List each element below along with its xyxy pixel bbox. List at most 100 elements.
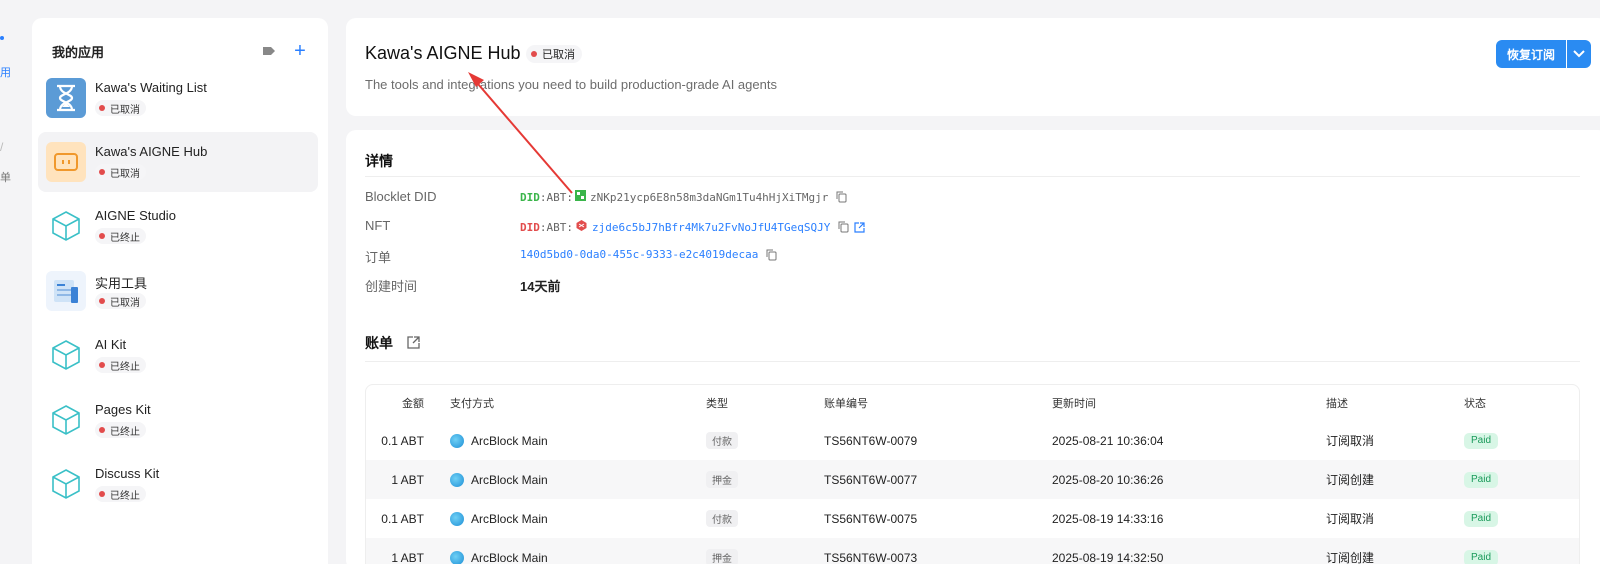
nav-item-fragment[interactable]: / [0, 140, 3, 154]
apps-sidebar: 我的应用 + Kawa's Waiting List 已取消 Kawa's AI… [32, 18, 328, 564]
invoice-number-cell[interactable]: TS56NT6W-0073 [824, 538, 917, 564]
page-title: Kawa's AIGNE Hub [365, 43, 521, 63]
external-link-icon[interactable] [407, 336, 420, 354]
blocklet-did-label: Blocklet DID [365, 189, 437, 204]
resume-subscription-button[interactable]: 恢复订阅 [1496, 40, 1566, 68]
status-badge: 已取消 [95, 164, 146, 180]
copy-icon[interactable] [766, 249, 777, 261]
type-cell: 付款 [706, 499, 738, 538]
updated-time-cell: 2025-08-21 10:36:04 [1052, 433, 1164, 448]
order-label: 订单 [365, 250, 392, 265]
type-cell: 押金 [706, 460, 738, 499]
app-name: AI Kit [95, 337, 127, 352]
arcblock-icon [450, 433, 464, 448]
arcblock-icon [450, 472, 464, 487]
type-cell: 押金 [706, 538, 738, 564]
created-label: 创建时间 [365, 279, 418, 294]
column-header[interactable]: 描述 [1326, 385, 1348, 421]
details-card: 详情 Blocklet DID DID:ABT: zNKp21ycp6E8n58… [346, 130, 1600, 564]
details-title: 详情 [365, 153, 393, 169]
description-cell: 订阅创建 [1326, 551, 1375, 564]
blocklet-did-value: DID:ABT: zNKp21ycp6E8n58m3daNGm1Tu4hHjXi… [520, 190, 847, 204]
payment-method-cell: ArcBlock Main [450, 499, 548, 538]
order-link[interactable]: 140d5bd0-0da0-455c-9333-e2c4019decaa [520, 248, 758, 261]
divider [365, 176, 1580, 177]
status-cell: Paid [1464, 538, 1499, 564]
table-row[interactable]: 1 ABT ArcBlock Main 押金 TS56NT6W-0077 202… [366, 460, 1579, 499]
divider [365, 361, 1580, 362]
subscription-header: Kawa's AIGNE Hub 已取消 The tools and integ… [346, 18, 1600, 116]
app-item[interactable]: AIGNE Studio 已终止 [38, 196, 318, 256]
table-row[interactable]: 0.1 ABT ArcBlock Main 付款 TS56NT6W-0075 2… [366, 499, 1579, 538]
payment-method-cell: ArcBlock Main [450, 460, 548, 499]
copy-icon[interactable] [838, 221, 849, 233]
nav-item-apps-fragment[interactable]: 用 [0, 64, 11, 80]
description-cell: 订阅取消 [1326, 434, 1375, 448]
tag-icon[interactable] [262, 44, 276, 58]
description-cell: 订阅创建 [1326, 473, 1375, 487]
column-header[interactable]: 支付方式 [450, 385, 494, 421]
nft-label: NFT [365, 218, 391, 233]
aigne-hub-icon [46, 142, 86, 182]
app-item[interactable]: Pages Kit 已终止 [38, 390, 318, 450]
cube-icon [46, 400, 86, 440]
column-header[interactable]: 更新时间 [1052, 385, 1096, 421]
status-badge: 已终止 [95, 422, 146, 438]
amount-cell: 0.1 ABT [381, 433, 424, 448]
chevron-down-icon[interactable] [1567, 40, 1591, 68]
column-header[interactable]: 类型 [706, 385, 728, 421]
billing-title: 账单 [365, 335, 393, 351]
cube-icon [46, 335, 86, 375]
status-cell: Paid [1464, 421, 1499, 460]
sidebar-title: 我的应用 [52, 44, 105, 60]
app-item[interactable]: Discuss Kit 已终止 [38, 454, 318, 514]
billing-table: 金额 支付方式 类型 账单编号 更新时间 描述 状态 0.1 ABT ArcBl… [365, 384, 1580, 564]
add-app-icon[interactable]: + [292, 41, 308, 61]
cube-icon [46, 206, 86, 246]
description-cell: 订阅取消 [1326, 512, 1375, 526]
updated-time-cell: 2025-08-19 14:33:16 [1052, 511, 1164, 526]
cube-icon [46, 464, 86, 504]
status-badge: 已终止 [95, 357, 146, 373]
tools-icon [46, 271, 86, 311]
amount-cell: 0.1 ABT [381, 511, 424, 526]
nft-link[interactable]: zjde6c5bJ7hBfr4Mk7u2FvNoJfU4TGeqSQJY [592, 221, 830, 234]
arcblock-icon [450, 550, 464, 564]
app-item[interactable]: AI Kit 已终止 [38, 325, 318, 385]
nav-item-orders-fragment[interactable]: 单 [0, 169, 11, 185]
updated-time-cell: 2025-08-19 14:32:50 [1052, 550, 1164, 564]
nft-value: DID:ABT: zjde6c5bJ7hBfr4Mk7u2FvNoJfU4TGe… [520, 219, 866, 235]
arcblock-icon [450, 511, 464, 526]
app-item[interactable]: Kawa's Waiting List 已取消 [38, 68, 318, 128]
app-description: The tools and integrations you need to b… [365, 77, 777, 92]
column-header[interactable]: 账单编号 [824, 385, 868, 421]
table-row[interactable]: 1 ABT ArcBlock Main 押金 TS56NT6W-0073 202… [366, 538, 1579, 564]
app-name: Pages Kit [95, 402, 151, 417]
amount-cell: 1 ABT [391, 472, 424, 487]
payment-method-cell: ArcBlock Main [450, 421, 548, 460]
column-header[interactable]: 状态 [1464, 385, 1486, 421]
invoice-number-cell[interactable]: TS56NT6W-0077 [824, 460, 917, 499]
external-link-icon[interactable] [854, 221, 866, 233]
app-name: AIGNE Studio [95, 208, 176, 223]
app-name: Kawa's AIGNE Hub [95, 144, 208, 159]
column-header[interactable]: 金额 [366, 385, 424, 421]
table-row[interactable]: 0.1 ABT ArcBlock Main 付款 TS56NT6W-0079 2… [366, 421, 1579, 460]
nft-avatar-icon [575, 219, 588, 235]
updated-time-cell: 2025-08-20 10:36:26 [1052, 472, 1164, 487]
left-nav-fragment: 用 / 单 [0, 0, 22, 564]
copy-icon[interactable] [836, 191, 847, 203]
app-item[interactable]: 实用工具 已取消 [38, 261, 318, 321]
status-cell: Paid [1464, 499, 1499, 538]
invoice-number-cell[interactable]: TS56NT6W-0079 [824, 421, 917, 460]
status-badge: 已取消 [526, 45, 582, 63]
invoice-number-cell[interactable]: TS56NT6W-0075 [824, 499, 917, 538]
status-badge: 已终止 [95, 486, 146, 502]
did-avatar-icon [575, 190, 586, 204]
app-name: 实用工具 [95, 276, 148, 291]
table-header: 金额 支付方式 类型 账单编号 更新时间 描述 状态 [366, 385, 1579, 421]
app-name: Discuss Kit [95, 466, 160, 481]
app-item-selected[interactable]: Kawa's AIGNE Hub 已取消 [38, 132, 318, 192]
status-badge: 已终止 [95, 228, 146, 244]
status-badge: 已取消 [95, 100, 146, 116]
